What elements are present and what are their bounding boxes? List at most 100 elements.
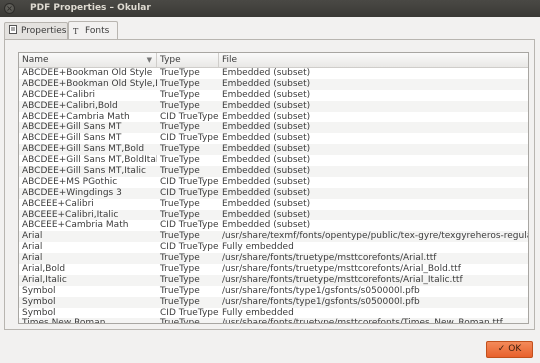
font-type-cell: CID TrueType	[160, 307, 219, 318]
table-row[interactable]: Arial CID TrueType Fully embedded	[19, 242, 528, 253]
font-file-cell: /usr/share/fonts/truetype/msttcorefonts/…	[222, 264, 461, 275]
table-row[interactable]: ABCDEE+Bookman Old Style,BoldTrueType Emb…	[19, 78, 528, 90]
table-row[interactable]: ABCDEE+Gill Sans MT TrueType Embedded (sub…	[19, 122, 528, 134]
font-type-cell: TrueType	[160, 253, 200, 264]
font-type-cell: TrueType	[160, 274, 200, 285]
column-header-file-label: File	[222, 55, 238, 65]
font-file-cell: /usr/share/texmf/fonts/opentype/public/t…	[222, 231, 528, 242]
font-file-cell: Embedded (subset)	[222, 166, 311, 177]
font-name-cell: Arial	[22, 242, 43, 253]
table-row[interactable]: ABCDEE+MS PGothic CID TrueType Embedded (s…	[19, 177, 528, 188]
table-row[interactable]: Arial TrueType/usr/share/fonts/truetype/m…	[19, 253, 528, 265]
font-name-cell: Arial	[22, 253, 43, 264]
table-row[interactable]: Symbol TrueType/usr/share/fonts/type1/gsf…	[19, 296, 528, 308]
font-file-cell: Embedded (subset)	[222, 122, 311, 133]
font-name-cell: ABCDEE+Calibri,Bold	[22, 100, 118, 111]
font-type-cell: TrueType	[160, 285, 200, 296]
tab-properties-label: Properties	[21, 26, 67, 36]
window-title: PDF Properties – Okular	[30, 3, 151, 13]
font-name-cell: Arial,Italic	[22, 274, 67, 285]
tab-properties[interactable]: Properties	[4, 22, 68, 39]
ok-button[interactable]: ✓ OK	[486, 341, 533, 358]
font-name-cell: ABCDEE+Wingdings 3	[22, 187, 122, 198]
font-file-cell: Fully embedded	[222, 307, 294, 318]
font-file-cell: Embedded (subset)	[222, 220, 311, 231]
table-row[interactable]: ABCDEE+Calibri TrueType Embedded (subset)	[19, 90, 528, 101]
column-header-name-label: Name	[22, 55, 49, 65]
font-type-cell: TrueType	[160, 89, 200, 100]
font-name-cell: Arial,Bold	[22, 264, 66, 275]
table-row[interactable]: Symbol CID TrueType Fully embedded	[19, 308, 528, 319]
font-file-cell: Fully embedded	[222, 242, 294, 253]
font-type-cell: TrueType	[160, 144, 200, 155]
column-header-type[interactable]: Type	[157, 53, 219, 67]
font-name-cell: Symbol	[22, 285, 56, 296]
table-row[interactable]: ABCDEE+Cambria Math CID TrueType Embedded …	[19, 112, 528, 123]
column-header-file[interactable]: File	[219, 53, 528, 67]
font-file-cell: Embedded (subset)	[222, 144, 311, 155]
font-file-cell: Embedded (subset)	[222, 187, 311, 198]
fonts-panel: Name ▼ Type File ABCDEE+Bookman Old Styl…	[4, 39, 535, 330]
font-type-cell: CID TrueType	[160, 176, 219, 187]
font-type-cell: TrueType	[160, 68, 200, 78]
font-type-cell: TrueType	[160, 155, 200, 166]
font-file-cell: /usr/share/fonts/truetype/msttcorefonts/…	[222, 274, 463, 285]
font-name-cell: ABCDEE+Calibri	[22, 89, 96, 100]
font-file-cell: Embedded (subset)	[222, 111, 311, 122]
table-body: ABCDEE+Bookman Old Style TrueType Embedded…	[19, 68, 528, 324]
font-name-cell: ABCDEE+Gill Sans MT	[22, 122, 122, 133]
font-type-cell: TrueType	[160, 78, 200, 89]
tab-fonts[interactable]: T Fonts	[68, 21, 118, 40]
font-name-cell: ABCDEE+Gill Sans MT,BoldItalic	[22, 155, 157, 166]
sort-down-icon: ▼	[146, 56, 152, 64]
font-file-cell: Embedded (subset)	[222, 155, 311, 166]
column-header-type-label: Type	[160, 55, 181, 65]
font-type-cell: TrueType	[160, 100, 200, 111]
table-row[interactable]: Symbol TrueType/usr/share/fonts/type1/gsf…	[19, 286, 528, 297]
column-header-name[interactable]: Name ▼	[19, 53, 157, 67]
font-type-cell: CID TrueType	[160, 242, 219, 253]
table-row[interactable]: ABCDEE+Gill Sans MT,Italic TrueType Embedd…	[19, 166, 528, 177]
font-name-cell: ABCDEE+Cambria Math	[22, 111, 130, 122]
document-icon	[9, 25, 17, 34]
font-file-cell: Embedded (subset)	[222, 209, 311, 220]
font-type-cell: TrueType	[160, 264, 200, 275]
table-row[interactable]: ABCDEE+Gill Sans MT,Bold TrueType Embedded…	[19, 144, 528, 156]
table-row[interactable]: Arial,Italic TrueType/usr/share/fonts/tru…	[19, 274, 528, 286]
table-row[interactable]: ABCEEE+Calibri TrueType Embedded (subset)	[19, 199, 528, 210]
font-icon: T	[73, 27, 79, 36]
font-file-cell: /usr/share/fonts/truetype/msttcorefonts/…	[222, 318, 503, 324]
close-icon[interactable]: ×	[4, 3, 15, 14]
font-name-cell: Symbol	[22, 307, 56, 318]
font-name-cell: ABCDEE+MS PGothic	[22, 176, 118, 187]
font-name-cell: Symbol	[22, 296, 56, 307]
table-row[interactable]: Arial,Bold TrueType/usr/share/fonts/truet…	[19, 264, 528, 275]
table-row[interactable]: ABCDEE+Gill Sans MT,BoldItalic TrueType Em…	[19, 155, 528, 166]
pdf-properties-dialog: × PDF Properties – Okular Properties T Fo…	[0, 0, 540, 363]
title-bar: × PDF Properties – Okular	[0, 0, 540, 17]
font-file-cell: Embedded (subset)	[222, 78, 311, 89]
font-name-cell: ABCEEE+Calibri,Italic	[22, 209, 119, 220]
font-name-cell: ABCDEE+Bookman Old Style	[22, 68, 153, 78]
font-file-cell: Embedded (subset)	[222, 89, 311, 100]
font-type-cell: TrueType	[160, 166, 200, 177]
table-row[interactable]: Arial TrueType/usr/share/texmf/fonts/open…	[19, 231, 528, 243]
tab-fonts-label: Fonts	[85, 26, 110, 36]
font-type-cell: CID TrueType	[160, 220, 219, 231]
font-type-cell: CID TrueType	[160, 187, 219, 198]
font-type-cell: TrueType	[160, 198, 200, 209]
table-row[interactable]: ABCEEE+Calibri,Italic TrueType Embedded (s…	[19, 209, 528, 221]
check-icon: ✓	[497, 344, 506, 354]
table-row[interactable]: ABCDEE+Gill Sans MT CID TrueType Embedded …	[19, 133, 528, 144]
table-row[interactable]: ABCDEE+Bookman Old Style TrueType Embedded…	[19, 68, 528, 79]
table-row[interactable]: ABCDEE+Calibri,Bold TrueType Embedded (sub…	[19, 100, 528, 112]
table-header: Name ▼ Type File	[19, 53, 528, 68]
font-type-cell: TrueType	[160, 296, 200, 307]
table-row[interactable]: Times New Roman TrueType/usr/share/fonts/…	[19, 318, 528, 324]
font-name-cell: ABCEEE+Cambria Math	[22, 220, 129, 231]
font-file-cell: /usr/share/fonts/type1/gsfonts/s050000l.…	[222, 285, 420, 296]
table-row[interactable]: ABCDEE+Wingdings 3 CID TrueType Embedded (…	[19, 187, 528, 199]
table-row[interactable]: ABCEEE+Cambria Math CID TrueType Embedded …	[19, 220, 528, 231]
font-file-cell: Embedded (subset)	[222, 133, 311, 144]
fonts-table[interactable]: Name ▼ Type File ABCDEE+Bookman Old Styl…	[18, 52, 529, 324]
